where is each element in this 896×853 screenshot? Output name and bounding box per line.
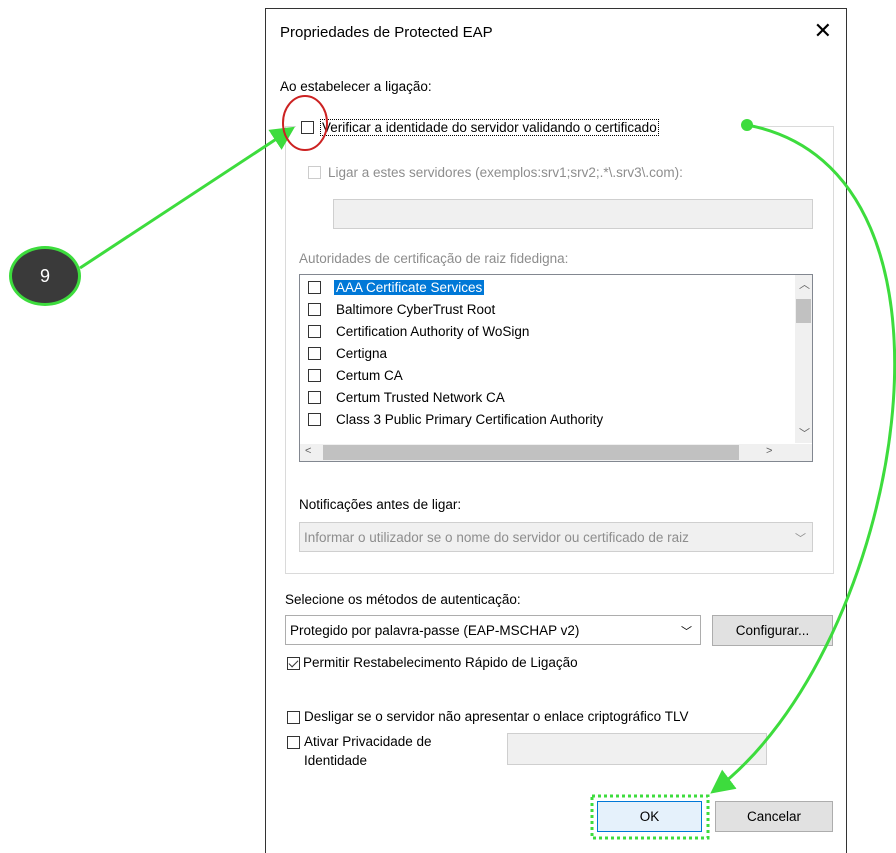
highlight-circle: [282, 95, 328, 151]
annotation-overlay: [79, 95, 896, 840]
curved-arrow-to-ok: [710, 123, 896, 794]
arrow-to-checkbox: [79, 126, 296, 270]
ok-button-highlight: [590, 794, 710, 840]
